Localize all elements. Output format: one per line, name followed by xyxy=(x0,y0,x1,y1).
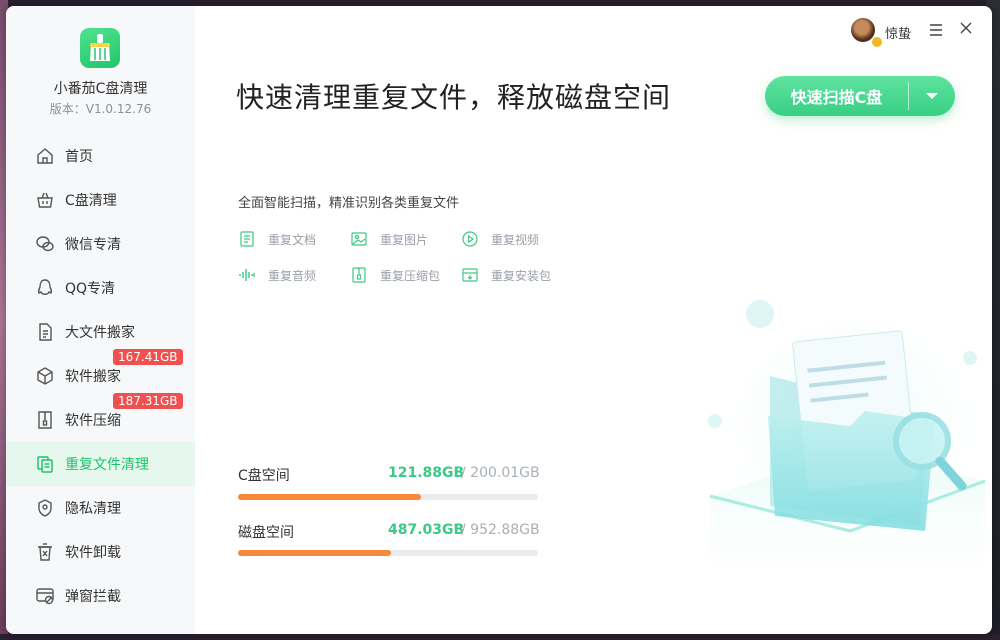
feature-label: 重复图片 xyxy=(380,232,429,247)
sidebar-item-wechat[interactable]: 微信专清 xyxy=(6,222,195,266)
feature-item: 重复视频 xyxy=(461,230,539,248)
feature-label: 重复压缩包 xyxy=(380,268,441,283)
feature-item: 重复音频 xyxy=(238,266,316,284)
duplicate-icon xyxy=(35,454,55,474)
sidebar-item-label: 大文件搬家 xyxy=(65,325,135,341)
c-drive-used: 121.88GB xyxy=(388,465,465,481)
sidebar-item-large-file-move[interactable]: 大文件搬家 xyxy=(6,310,195,354)
c-drive-total: / 200.01GB xyxy=(461,465,540,481)
app-name: 小番茄C盘清理 xyxy=(53,81,148,97)
app-window: 小番茄C盘清理 版本：V1.0.12.76 首页 C盘清理 微信专清 QQ专清 … xyxy=(6,6,992,634)
sidebar-item-privacy[interactable]: 隐私清理 xyxy=(6,486,195,530)
page-title: 快速清理重复文件，释放磁盘空间 xyxy=(236,81,672,114)
home-icon xyxy=(35,146,55,166)
zip-icon xyxy=(35,410,55,430)
menu-icon[interactable] xyxy=(928,22,944,36)
sidebar-item-software-compress[interactable]: 软件压缩 187.31GB xyxy=(6,393,195,442)
privacy-icon xyxy=(35,498,55,518)
size-badge: 167.41GB xyxy=(113,349,183,365)
qq-icon xyxy=(35,278,55,298)
video-icon xyxy=(461,230,479,248)
disk-space-used: 487.03GB xyxy=(388,522,465,538)
image-icon xyxy=(350,230,368,248)
username[interactable]: 惊蛰 xyxy=(885,23,911,42)
popup-block-icon xyxy=(35,586,55,606)
sidebar-item-label: C盘清理 xyxy=(65,193,117,209)
uninstall-icon xyxy=(35,542,55,562)
feature-label: 重复音频 xyxy=(268,268,317,283)
folder-search-illustration xyxy=(708,296,990,606)
file-move-icon xyxy=(35,322,55,342)
app-logo-icon xyxy=(80,28,120,68)
feature-label: 重复文档 xyxy=(268,232,317,247)
c-drive-progress xyxy=(238,494,538,500)
sidebar-item-label: 软件卸载 xyxy=(65,545,121,561)
sidebar-item-label: 弹窗拦截 xyxy=(65,589,121,605)
c-drive-progress-fill xyxy=(238,494,421,500)
subtitle: 全面智能扫描，精准识别各类重复文件 xyxy=(238,196,460,211)
disk-space-progress xyxy=(238,550,538,556)
sidebar-nav: 首页 C盘清理 微信专清 QQ专清 大文件搬家 软件搬家 167.41GB 软件… xyxy=(6,134,195,618)
sidebar-item-home[interactable]: 首页 xyxy=(6,134,195,178)
close-icon[interactable] xyxy=(958,20,974,36)
vip-badge-icon xyxy=(871,36,883,48)
c-drive-label: C盘空间 xyxy=(238,468,290,484)
feature-item: 重复安装包 xyxy=(461,266,551,284)
feature-item: 重复文档 xyxy=(238,230,316,248)
archive-icon xyxy=(350,266,368,284)
app-version: 版本：V1.0.12.76 xyxy=(49,102,152,116)
audio-icon xyxy=(238,266,256,284)
sidebar-item-label: 微信专清 xyxy=(65,237,121,253)
sidebar-item-label: 重复文件清理 xyxy=(65,457,149,473)
sidebar-item-label: 隐私清理 xyxy=(65,501,121,517)
feature-item: 重复图片 xyxy=(350,230,428,248)
quick-scan-button[interactable]: 快速扫描C盘 xyxy=(765,76,908,116)
sidebar-item-label: 软件搬家 xyxy=(65,369,121,385)
desktop-background-bottom xyxy=(0,634,1000,640)
scan-dropdown-button[interactable] xyxy=(909,76,955,116)
installer-icon xyxy=(461,266,479,284)
sidebar-item-popup-block[interactable]: 弹窗拦截 xyxy=(6,574,195,618)
box-icon xyxy=(35,366,55,386)
chevron-down-icon xyxy=(926,93,938,99)
wechat-icon xyxy=(35,234,55,254)
sidebar-item-c-drive-clean[interactable]: C盘清理 xyxy=(6,178,195,222)
feature-item: 重复压缩包 xyxy=(350,266,440,284)
feature-label: 重复视频 xyxy=(491,232,540,247)
main-panel: 惊蛰 快速清理重复文件，释放磁盘空间 快速扫描C盘 全面智能扫描，精准识别各类重… xyxy=(195,6,992,634)
basket-icon xyxy=(35,190,55,210)
scan-button-group: 快速扫描C盘 xyxy=(765,76,955,116)
disk-space-label: 磁盘空间 xyxy=(238,525,294,541)
sidebar-item-duplicate-clean[interactable]: 重复文件清理 xyxy=(6,442,195,486)
feature-label: 重复安装包 xyxy=(491,268,552,283)
sidebar-item-label: QQ专清 xyxy=(65,281,116,297)
sidebar-item-label: 软件压缩 xyxy=(65,413,121,429)
size-badge: 187.31GB xyxy=(113,393,183,409)
sidebar: 小番茄C盘清理 版本：V1.0.12.76 首页 C盘清理 微信专清 QQ专清 … xyxy=(6,6,195,634)
sidebar-item-uninstall[interactable]: 软件卸载 xyxy=(6,530,195,574)
document-icon xyxy=(238,230,256,248)
sidebar-item-qq[interactable]: QQ专清 xyxy=(6,266,195,310)
sidebar-item-software-move[interactable]: 软件搬家 167.41GB xyxy=(6,349,195,398)
sidebar-item-label: 首页 xyxy=(65,149,93,165)
disk-space-total: / 952.88GB xyxy=(461,522,540,538)
disk-space-progress-fill xyxy=(238,550,391,556)
